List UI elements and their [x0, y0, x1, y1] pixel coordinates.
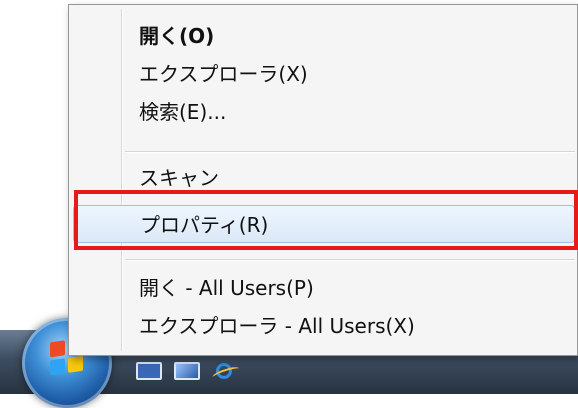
- menu-item-open-all-users[interactable]: 開く - All Users(P): [73, 269, 575, 307]
- menu-item-open[interactable]: 開く(O): [73, 17, 575, 55]
- switch-windows-icon[interactable]: [174, 362, 200, 380]
- menu-item-search[interactable]: 検索(E)...: [73, 93, 575, 131]
- menu-item-explore[interactable]: エクスプローラ(X): [73, 55, 575, 93]
- internet-explorer-icon[interactable]: [212, 362, 240, 382]
- show-desktop-icon[interactable]: [136, 362, 162, 380]
- context-menu: 開く(O) エクスプローラ(X) 検索(E)... スキャン プロパティ(R) …: [68, 4, 578, 356]
- menu-separator: [125, 259, 575, 260]
- menu-separator: [125, 151, 575, 152]
- highlight-box: [74, 190, 578, 250]
- quick-launch-bar: [136, 362, 240, 382]
- menu-item-explore-all-users[interactable]: エクスプローラ - All Users(X): [73, 307, 575, 345]
